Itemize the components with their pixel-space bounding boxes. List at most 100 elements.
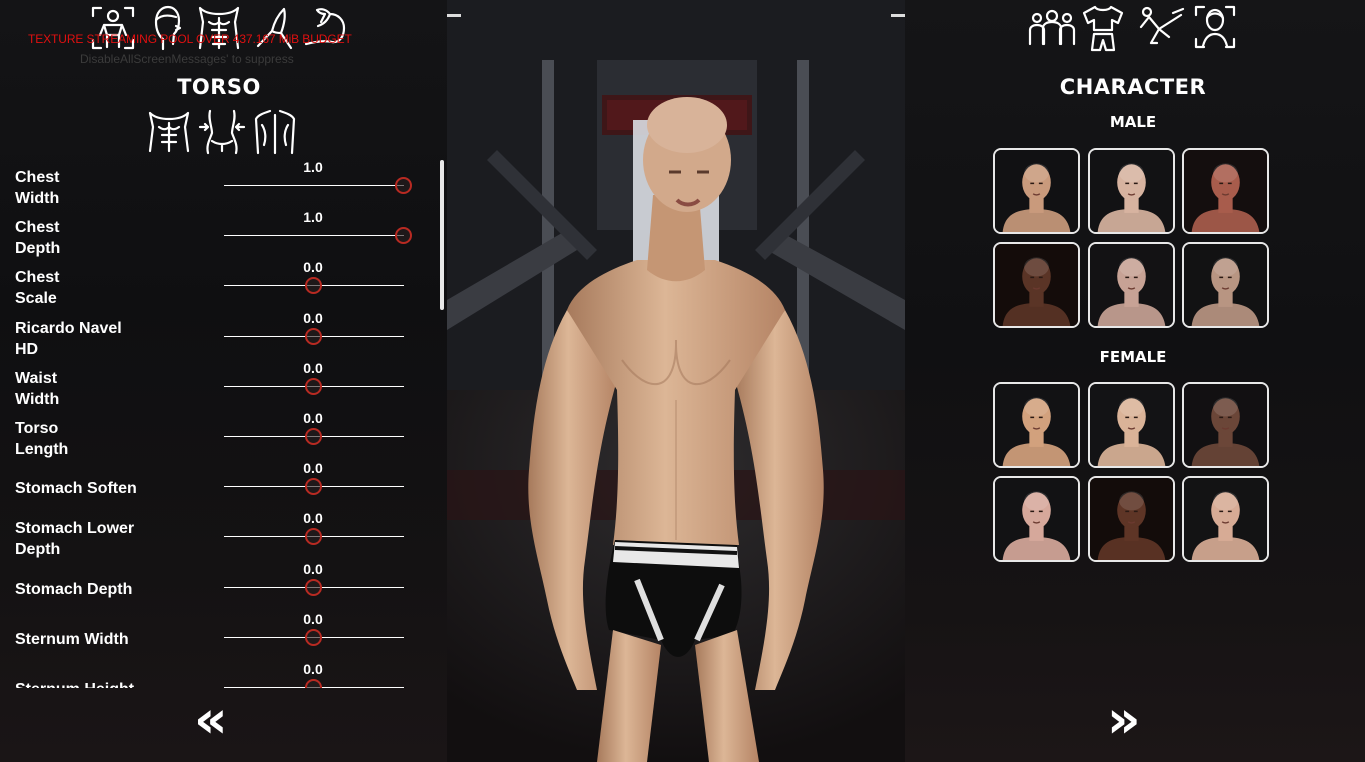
slider-thumb[interactable] [395,227,412,245]
slider-track[interactable] [224,628,404,646]
slider-row: Stomach Soften 0.0 [0,460,440,510]
slider-track[interactable] [224,679,404,688]
slider-track[interactable] [224,578,404,596]
prev-page-button[interactable]: « [194,694,228,746]
slider-track[interactable] [224,227,412,245]
left-panel: TORSO Chest Width 1.0 Chest Depth 1.0 Chest … [0,0,447,762]
slider-track[interactable] [224,428,404,445]
character-scene [447,0,905,762]
panel-title-character: CHARACTER [1059,75,1207,99]
slider-track[interactable] [224,528,404,546]
portrait-image [1089,150,1173,232]
male-preset-3[interactable] [1182,148,1269,234]
slider-thumb[interactable] [305,277,322,295]
portrait-image [1089,384,1173,466]
slider-value: 0.0 [303,460,323,477]
face-scan-icon[interactable] [1193,4,1237,50]
slider-value: 0.0 [303,610,323,627]
female-preset-grid [993,382,1273,568]
male-preset-4[interactable] [993,242,1080,328]
female-preset-4[interactable] [993,476,1080,562]
slider-row: Sternum Height 0.0 [0,661,440,688]
slider-list-scrollbar[interactable] [440,160,444,310]
next-page-button[interactable]: » [1107,694,1141,746]
male-preset-5[interactable] [1087,242,1175,328]
panel-title-torso: TORSO [177,75,261,99]
slider-thumb[interactable] [305,578,322,596]
male-preset-2[interactable] [1087,148,1175,234]
slider-row: Chest Width 1.0 [0,159,440,209]
slider-track[interactable] [224,478,404,496]
female-preset-2[interactable] [1087,382,1175,468]
slider-label: Torso Length [15,420,69,458]
portrait-image [1184,384,1267,466]
slider-row: Sternum Width 0.0 [0,611,440,661]
character-viewport[interactable] [447,0,905,762]
slider-thumb[interactable] [305,478,322,496]
slider-value: 0.0 [303,510,323,527]
clothing-icon[interactable] [1081,4,1125,52]
slider-row: Waist Width 0.0 [0,360,440,410]
slider-label: Chest Width [15,169,60,207]
slider-thumb[interactable] [305,528,322,546]
slider-thumb[interactable] [305,377,322,395]
portrait-image [995,150,1078,232]
slider-row: Torso Length 0.0 [0,410,440,460]
slider-label: Stomach Soften [15,480,137,498]
female-preset-5[interactable] [1087,476,1175,562]
slider-label: Sternum Width [15,630,129,648]
female-preset-3[interactable] [1182,382,1269,468]
portrait-image [995,244,1078,326]
slider-row: Chest Depth 1.0 [0,209,440,259]
slider-thumb[interactable] [395,177,412,194]
female-preset-1[interactable] [993,382,1080,468]
male-section-label: MALE [1109,113,1157,131]
slider-label: Chest Depth [15,219,61,258]
back-icon[interactable] [252,107,298,155]
portrait-image [1089,244,1173,326]
female-section-label: FEMALE [1099,348,1167,366]
slider-label: Stomach Lower Depth [15,520,135,559]
male-preset-1[interactable] [993,148,1080,234]
waist-icon[interactable] [198,107,246,155]
group-icon[interactable] [1027,6,1077,46]
slider-track[interactable] [224,177,412,194]
male-preset-grid [993,148,1273,332]
slider-value: 0.0 [303,259,323,276]
slider-label: Stomach Depth [15,580,133,598]
right-panel: CHARACTER MALE FEMALE » [905,0,1365,762]
debug-warning-text: TEXTURE STREAMING POOL OVER 437.167 MiB … [28,32,352,46]
slider-row: Ricardo Navel HD 0.0 [0,310,440,360]
slider-label: Chest Scale [15,269,60,308]
slider-track[interactable] [224,327,404,345]
portrait-image [1184,150,1267,232]
slider-thumb[interactable] [305,679,322,688]
slider-track[interactable] [224,277,404,295]
slider-value: 1.0 [303,159,323,175]
slider-row: Stomach Depth 0.0 [0,561,440,611]
slider-row: Stomach Lower Depth 0.0 [0,510,440,560]
portrait-image [995,384,1078,466]
debug-hint-text: DisableAllScreenMessages' to suppress [80,52,294,66]
slider-thumb[interactable] [305,428,322,445]
slider-value: 0.0 [303,661,323,677]
slider-value: 1.0 [303,209,323,226]
slider-track[interactable] [224,377,404,395]
chest-icon[interactable] [146,107,192,155]
portrait-image [1089,478,1173,560]
slider-value: 0.0 [303,560,323,577]
slider-list: Chest Width 1.0 Chest Depth 1.0 Chest Scale 0… [0,157,440,688]
portrait-image [1184,244,1267,326]
portrait-image [1184,478,1267,560]
female-preset-6[interactable] [1182,476,1269,562]
slider-thumb[interactable] [305,327,322,345]
pose-icon[interactable] [1137,4,1187,52]
slider-row: Chest Scale 0.0 [0,259,440,309]
slider-thumb[interactable] [305,628,322,646]
male-preset-6[interactable] [1182,242,1269,328]
slider-value: 0.0 [303,359,323,376]
slider-value: 0.0 [303,309,323,326]
portrait-image [995,478,1078,560]
slider-value: 0.0 [303,410,323,426]
slider-label: Ricardo Navel HD [15,319,122,358]
